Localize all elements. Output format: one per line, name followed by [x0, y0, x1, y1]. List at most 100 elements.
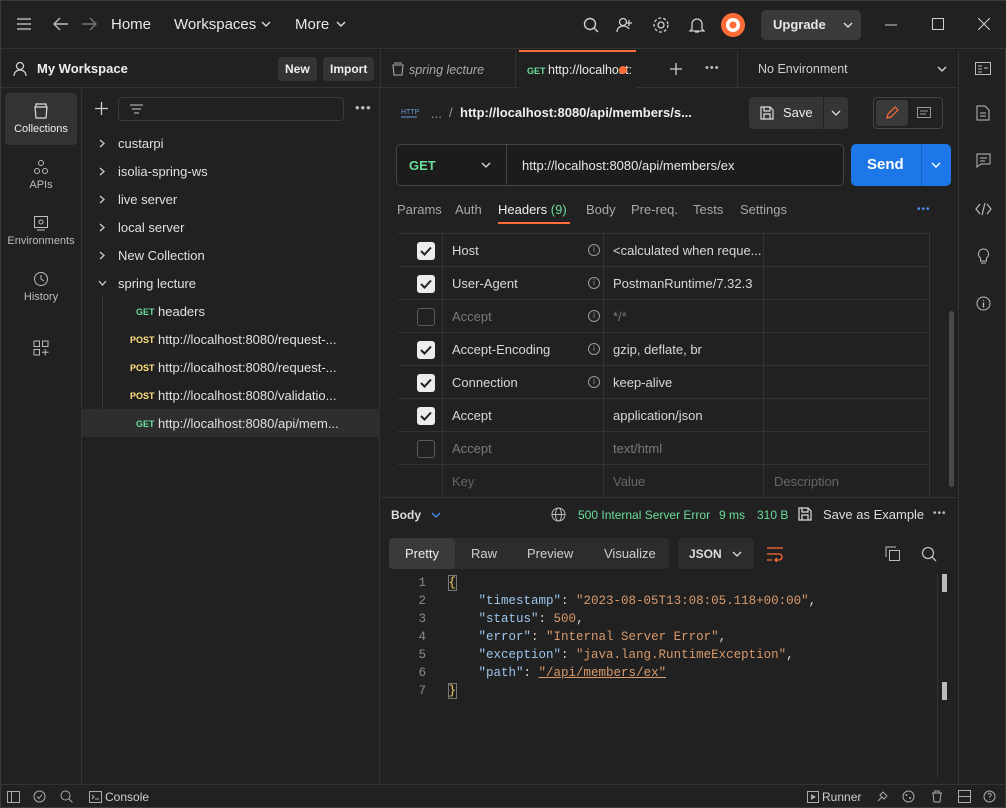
info-icon[interactable]: i: [588, 277, 600, 289]
more-options-icon[interactable]: •••: [355, 100, 372, 115]
header-value[interactable]: */*: [613, 309, 627, 324]
collection-item[interactable]: custarpi: [82, 129, 380, 157]
find-replace-icon[interactable]: [60, 790, 73, 803]
import-button[interactable]: Import: [323, 57, 375, 81]
response-body-code[interactable]: 1 { 2 "timestamp": "2023-08-05T13:08:05.…: [396, 574, 816, 700]
header-key[interactable]: Host: [452, 243, 479, 258]
url-input[interactable]: http://localhost:8080/api/members/ex: [522, 158, 734, 173]
collection-item[interactable]: live server: [82, 185, 380, 213]
runner-button[interactable]: Runner: [822, 790, 861, 804]
nav-more[interactable]: More: [295, 16, 329, 33]
maximize-icon[interactable]: [932, 18, 944, 30]
two-pane-view-icon[interactable]: [958, 790, 971, 803]
view-preview-button[interactable]: Preview: [527, 546, 573, 561]
view-raw-button[interactable]: Raw: [471, 546, 497, 561]
console-button[interactable]: Console: [105, 790, 149, 804]
upgrade-button[interactable]: Upgrade: [761, 10, 861, 40]
view-visualize-button[interactable]: Visualize: [604, 546, 656, 561]
header-key[interactable]: Connection: [452, 375, 518, 390]
request-title[interactable]: http://localhost:8080/api/members/s...: [460, 105, 692, 120]
configure-sidebar-icon[interactable]: [33, 340, 49, 356]
json-link-value[interactable]: "/api/members/ex": [539, 666, 667, 680]
help-icon[interactable]: [983, 790, 996, 803]
breadcrumb-ellipsis[interactable]: ...: [431, 106, 442, 121]
wrap-lines-icon[interactable]: [766, 546, 784, 562]
header-key[interactable]: Accept: [452, 408, 492, 423]
header-enabled-checkbox[interactable]: [417, 374, 435, 392]
environment-quick-look-icon[interactable]: [975, 61, 991, 77]
header-key[interactable]: Accept-Encoding: [452, 342, 550, 357]
header-value[interactable]: PostmanRuntime/7.32.3: [613, 276, 752, 291]
tab-tests[interactable]: Tests: [693, 202, 723, 217]
header-enabled-checkbox[interactable]: [417, 242, 435, 260]
header-enabled-checkbox[interactable]: [417, 308, 435, 326]
header-value[interactable]: application/json: [613, 408, 703, 423]
header-enabled-checkbox[interactable]: [417, 407, 435, 425]
response-more-icon[interactable]: •••: [933, 508, 947, 519]
tab-settings[interactable]: Settings: [740, 202, 787, 217]
header-value[interactable]: gzip, deflate, br: [613, 342, 702, 357]
tab-auth[interactable]: Auth: [455, 202, 482, 217]
header-value[interactable]: keep-alive: [613, 375, 672, 390]
nav-home[interactable]: Home: [111, 16, 151, 33]
header-key[interactable]: Accept: [452, 309, 492, 324]
tab-spring-lecture[interactable]: spring lecture: [381, 50, 516, 88]
code-snippet-icon[interactable]: [975, 202, 992, 216]
format-select[interactable]: JSON: [678, 538, 754, 569]
toggle-sidebar-icon[interactable]: [7, 791, 20, 803]
nav-workspaces[interactable]: Workspaces: [174, 16, 256, 33]
response-body-label[interactable]: Body: [391, 508, 421, 522]
sidebar-item-history[interactable]: History: [5, 261, 77, 313]
copy-icon[interactable]: [885, 546, 900, 561]
new-header-key-input[interactable]: Key: [452, 474, 474, 489]
chevron-down-icon[interactable]: [431, 512, 441, 518]
header-key[interactable]: Accept: [452, 441, 492, 456]
add-icon[interactable]: [95, 102, 108, 115]
request-item-selected[interactable]: GET http://localhost:8080/api/mem...: [82, 409, 380, 437]
tab-pre-request[interactable]: Pre-req.: [631, 202, 678, 217]
collection-item[interactable]: New Collection: [82, 241, 380, 269]
header-value[interactable]: text/html: [613, 441, 662, 456]
response-size[interactable]: 310 B: [757, 508, 788, 522]
menu-icon[interactable]: [17, 18, 31, 30]
add-tab-icon[interactable]: [670, 63, 682, 75]
new-button[interactable]: New: [278, 57, 317, 81]
more-tabs-icon[interactable]: •••: [917, 204, 931, 215]
request-item[interactable]: POST http://localhost:8080/request-...: [82, 353, 380, 381]
tab-params[interactable]: Params: [397, 202, 442, 217]
documentation-icon[interactable]: [917, 107, 931, 120]
trash-icon[interactable]: [931, 790, 943, 803]
new-header-description-input[interactable]: Description: [774, 474, 839, 489]
method-select[interactable]: GET: [397, 145, 507, 185]
collection-item[interactable]: spring lecture: [82, 269, 380, 297]
request-item[interactable]: GET headers: [82, 297, 380, 325]
tab-overflow-icon[interactable]: •••: [705, 62, 720, 74]
response-status[interactable]: 500 Internal Server Error: [578, 508, 710, 522]
document-icon[interactable]: [976, 105, 990, 121]
header-value[interactable]: <calculated when reque...: [613, 243, 762, 258]
request-item[interactable]: POST http://localhost:8080/request-...: [82, 325, 380, 353]
chevron-down-icon[interactable]: [931, 162, 941, 168]
send-button[interactable]: Send: [851, 144, 951, 186]
capture-requests-icon[interactable]: [876, 790, 889, 803]
search-icon[interactable]: [583, 17, 599, 33]
save-button[interactable]: Save: [749, 97, 848, 129]
minimize-icon[interactable]: [885, 24, 897, 26]
view-pretty-button[interactable]: Pretty: [389, 538, 455, 569]
sidebar-item-environments[interactable]: Environments: [5, 205, 77, 257]
code-scrollbar-top[interactable]: [942, 574, 947, 592]
filter-input[interactable]: [118, 97, 344, 121]
header-enabled-checkbox[interactable]: [417, 440, 435, 458]
header-enabled-checkbox[interactable]: [417, 275, 435, 293]
save-as-example-button[interactable]: Save as Example: [823, 507, 924, 522]
info-icon[interactable]: i: [588, 310, 600, 322]
edit-mode-button[interactable]: [876, 100, 908, 126]
back-arrow-icon[interactable]: [53, 17, 69, 31]
new-header-value-input[interactable]: Value: [613, 474, 645, 489]
close-icon[interactable]: [978, 18, 990, 30]
avatar[interactable]: [720, 12, 746, 38]
comments-icon[interactable]: [976, 153, 991, 168]
request-item[interactable]: POST http://localhost:8080/validatio...: [82, 381, 380, 409]
header-key[interactable]: User-Agent: [452, 276, 518, 291]
invite-user-icon[interactable]: [616, 17, 633, 33]
